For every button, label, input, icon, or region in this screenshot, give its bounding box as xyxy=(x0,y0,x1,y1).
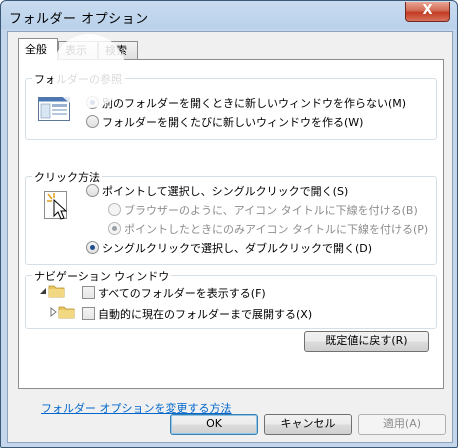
label-same-window: 別のフォルダーを開くときに新しいウィンドウを作らない(M) xyxy=(102,97,407,110)
cancel-button[interactable]: キャンセル xyxy=(264,414,352,435)
tab-view[interactable]: 表示 xyxy=(58,41,98,60)
navigation-pane-group: ナビゲーション ウィンドウ すべてのフォルダーを表示する(F) 自動的に現在のフ… xyxy=(25,268,437,329)
radio-underline-always[interactable] xyxy=(108,203,121,216)
collapsed-arrow-icon xyxy=(48,306,58,320)
checkbox-show-all-folders[interactable] xyxy=(82,286,95,299)
expanded-arrow-icon xyxy=(38,286,48,299)
click-items-title: クリック方法 xyxy=(32,169,102,185)
general-tab-panel: フォルダーの参照 別のフォルダーを開くときに新しいウィンドウを作らない(M) フ… xyxy=(18,59,444,415)
radio-double-click[interactable] xyxy=(86,241,99,254)
radio-same-window[interactable] xyxy=(86,96,99,109)
radio-underline-hover[interactable] xyxy=(108,222,121,235)
restore-defaults-button[interactable]: 既定値に戻す(R) xyxy=(304,331,429,352)
window-title: フォルダー オプション xyxy=(9,12,149,27)
browse-folders-title: フォルダーの参照 xyxy=(32,71,124,87)
label-double-click: シングルクリックで選択し、ダブルクリックで開く(D) xyxy=(102,242,373,255)
label-underline-hover: ポイントしたときにのみアイコン タイトルに下線を付ける(P) xyxy=(124,223,429,236)
tab-general[interactable]: 全般 xyxy=(18,38,58,61)
navigation-pane-title: ナビゲーション ウィンドウ xyxy=(32,268,172,284)
radio-single-click[interactable] xyxy=(86,184,99,197)
dialog-client: 全般 表示 検索 フォルダーの参照 別のフォルダーを開くときに新しいウィンドウを… xyxy=(7,31,453,443)
click-items-group: クリック方法 ポイントして選択し、シングルクリックで開く(S) ブラウザーのよう… xyxy=(25,169,437,265)
ok-button[interactable]: OK xyxy=(170,414,258,435)
label-single-click: ポイントして選択し、シングルクリックで開く(S) xyxy=(102,185,349,198)
folder-options-window: フォルダー オプション X 全般 表示 検索 フォルダーの参照 別のフォルダーを… xyxy=(0,0,458,448)
label-auto-expand: 自動的に現在のフォルダーまで展開する(X) xyxy=(98,308,313,321)
folder-icon-2 xyxy=(58,304,76,323)
label-underline-always: ブラウザーのように、アイコン タイトルに下線を付ける(B) xyxy=(124,204,418,217)
tab-search[interactable]: 検索 xyxy=(98,41,138,60)
click-pointer-icon xyxy=(44,191,72,224)
apply-button[interactable]: 適用(A) xyxy=(358,414,446,435)
title-bar[interactable]: フォルダー オプション X xyxy=(1,1,457,31)
checkbox-auto-expand[interactable] xyxy=(82,307,95,320)
folder-icon xyxy=(48,283,66,302)
browse-folders-icon xyxy=(38,97,70,124)
label-new-window: フォルダーを開くたびに新しいウィンドウを作る(W) xyxy=(102,116,364,129)
browse-folders-group: フォルダーの参照 別のフォルダーを開くときに新しいウィンドウを作らない(M) フ… xyxy=(25,71,437,140)
label-show-all-folders: すべてのフォルダーを表示する(F) xyxy=(98,287,266,300)
close-icon: X xyxy=(422,3,433,18)
close-button[interactable]: X xyxy=(405,2,450,22)
radio-new-window[interactable] xyxy=(86,115,99,128)
